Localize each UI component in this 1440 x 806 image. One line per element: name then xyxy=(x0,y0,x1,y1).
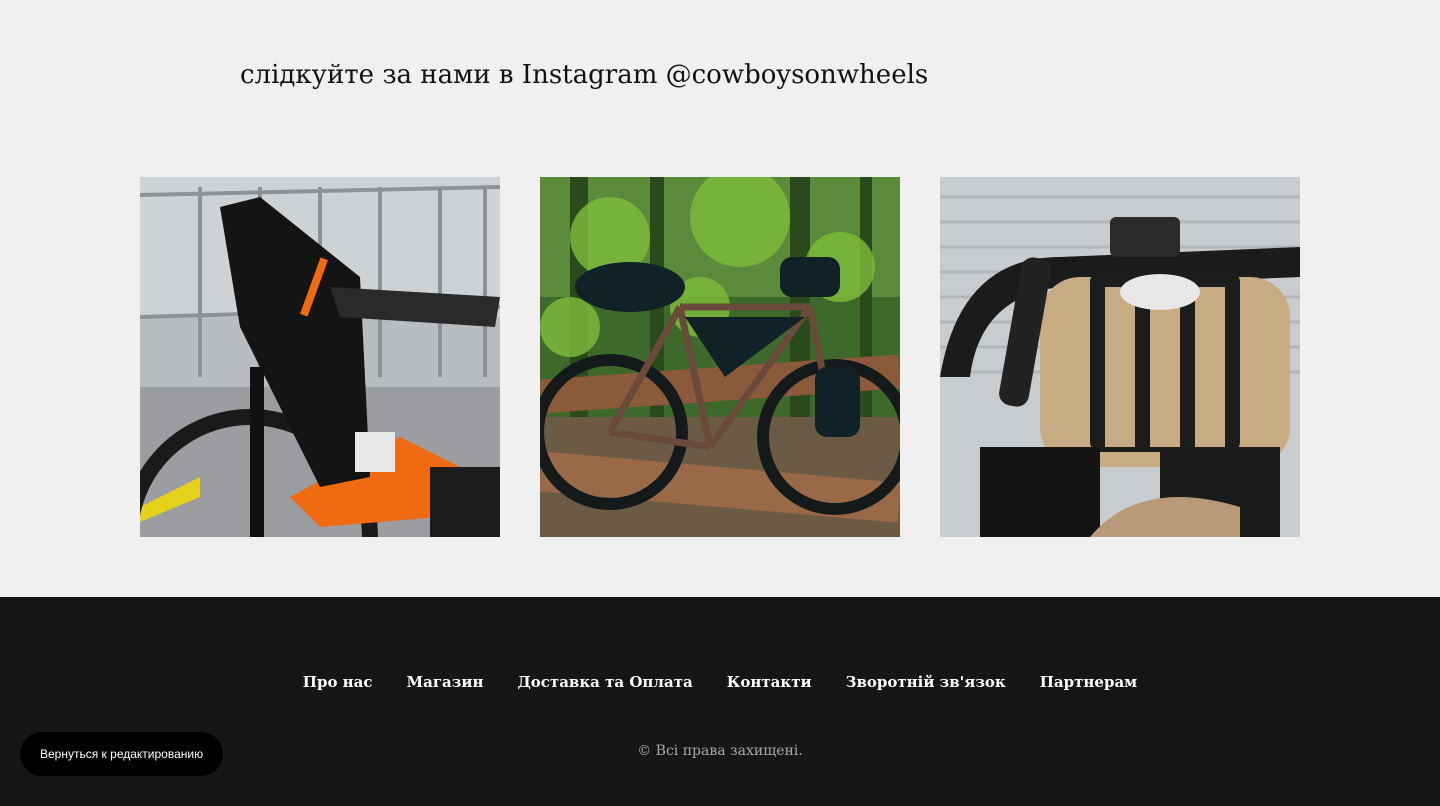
footer-nav: Про нас Магазин Доставка та Оплата Конта… xyxy=(0,673,1440,691)
instagram-heading: слідкуйте за нами в Instagram @cowboyson… xyxy=(240,60,929,90)
instagram-post-2[interactable] xyxy=(540,177,900,537)
footer-link-about[interactable]: Про нас xyxy=(303,673,373,691)
back-to-editing-button[interactable]: Вернуться к редактированию xyxy=(20,732,224,776)
site-footer: Про нас Магазин Доставка та Оплата Конта… xyxy=(0,597,1440,806)
post-2-image xyxy=(540,177,900,537)
footer-link-contacts[interactable]: Контакти xyxy=(727,673,812,691)
post-1-image xyxy=(140,177,500,537)
footer-link-feedback[interactable]: Зворотній зв'язок xyxy=(846,673,1006,691)
instagram-post-3[interactable] xyxy=(940,177,1300,537)
footer-link-partners[interactable]: Партнерам xyxy=(1040,673,1137,691)
footer-link-shop[interactable]: Магазин xyxy=(407,673,484,691)
instagram-post-1[interactable] xyxy=(140,177,500,537)
post-3-image xyxy=(940,177,1300,537)
footer-link-delivery[interactable]: Доставка та Оплата xyxy=(517,673,692,691)
